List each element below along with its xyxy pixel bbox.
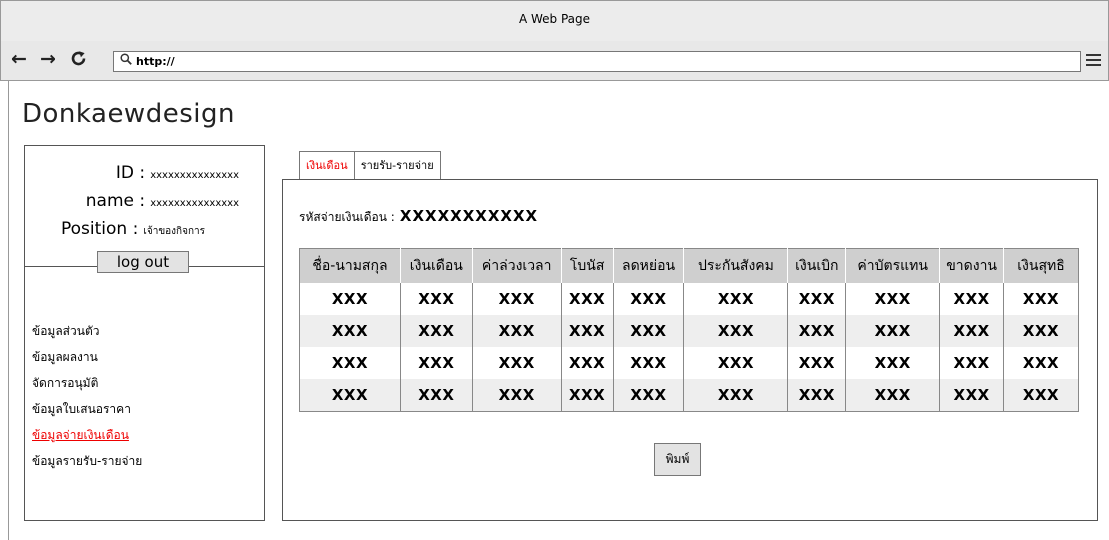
sidebar-item-personal[interactable]: ข้อมูลส่วนตัว bbox=[32, 322, 142, 341]
back-arrow-icon[interactable]: ← bbox=[11, 49, 27, 69]
reload-icon[interactable] bbox=[70, 50, 87, 71]
payroll-table: ชื่อ-นามสกุล เงินเดือน ค่าล่วงเวลา โบนัส… bbox=[299, 248, 1079, 412]
table-cell: XXX bbox=[560, 347, 614, 379]
table-cell: XXX bbox=[471, 315, 562, 347]
column-header: เงินเดือน bbox=[399, 248, 473, 283]
table-cell: XXX bbox=[471, 379, 562, 412]
tab-bar: เงินเดือน รายรับ-รายจ่าย bbox=[299, 151, 441, 180]
profile-position-row: Position : เจ้าของกิจการ bbox=[25, 219, 205, 239]
table-row: XXX XXX XXX XXX XXX XXX XXX XXX XXX XXX bbox=[299, 315, 1079, 347]
column-header: ลดหย่อน bbox=[612, 248, 684, 283]
print-button[interactable]: พิมพ์ bbox=[654, 443, 701, 476]
table-cell: XXX bbox=[1003, 283, 1079, 315]
table-cell: XXX bbox=[939, 379, 1004, 412]
table-cell: XXX bbox=[683, 283, 788, 315]
sidebar-item-approvals[interactable]: จัดการอนุมัติ bbox=[32, 374, 142, 393]
table-cell: XXX bbox=[939, 283, 1004, 315]
table-cell: XXX bbox=[845, 347, 940, 379]
tab-income-expense[interactable]: รายรับ-รายจ่าย bbox=[354, 151, 441, 180]
table-cell: XXX bbox=[399, 347, 473, 379]
logout-button[interactable]: log out bbox=[97, 251, 189, 273]
forward-arrow-icon[interactable]: → bbox=[40, 49, 56, 69]
column-header: ค่าล่วงเวลา bbox=[471, 248, 562, 283]
column-header: ค่าบัตรแทน bbox=[845, 248, 940, 283]
payroll-code-label: รหัสจ่ายเงินเดือน : bbox=[299, 210, 395, 224]
column-header: โบนัส bbox=[560, 248, 614, 283]
table-cell: XXX bbox=[845, 315, 940, 347]
sidebar-item-payroll[interactable]: ข้อมูลจ่ายเงินเดือน bbox=[32, 426, 142, 445]
tab-salary[interactable]: เงินเดือน bbox=[299, 151, 355, 180]
column-header: ชื่อ-นามสกุล bbox=[299, 248, 401, 283]
sidebar-item-income-expense[interactable]: ข้อมูลรายรับ-รายจ่าย bbox=[32, 452, 142, 471]
profile-id-row: ID : xxxxxxxxxxxxxxx bbox=[25, 163, 239, 183]
column-header: เงินเบิก bbox=[787, 248, 846, 283]
site-logo-text: Donkaewdesign bbox=[22, 99, 235, 129]
table-cell: XXX bbox=[939, 315, 1004, 347]
browser-toolbar: ← → bbox=[0, 41, 1109, 81]
sidebar-panel: ID : xxxxxxxxxxxxxxx name : xxxxxxxxxxxx… bbox=[24, 145, 265, 521]
table-cell: XXX bbox=[560, 283, 614, 315]
table-cell: XXX bbox=[612, 283, 684, 315]
table-cell: XXX bbox=[471, 347, 562, 379]
table-cell: XXX bbox=[399, 379, 473, 412]
table-cell: XXX bbox=[612, 315, 684, 347]
name-label: name : bbox=[85, 191, 146, 211]
column-header: ขาดงาน bbox=[939, 248, 1004, 283]
table-row: XXX XXX XXX XXX XXX XXX XXX XXX XXX XXX bbox=[300, 347, 1079, 379]
table-cell: XXX bbox=[299, 315, 401, 347]
address-bar[interactable] bbox=[113, 51, 1081, 72]
table-cell: XXX bbox=[612, 379, 684, 412]
table-cell: XXX bbox=[331, 290, 369, 308]
table-cell: XXX bbox=[939, 347, 1004, 379]
sidebar-item-quotations[interactable]: ข้อมูลใบเสนอราคา bbox=[32, 400, 142, 419]
table-cell: XXX bbox=[787, 347, 846, 379]
profile-name-row: name : xxxxxxxxxxxxxxx bbox=[25, 191, 239, 211]
id-label: ID : bbox=[115, 163, 146, 183]
table-cell: XXX bbox=[1003, 347, 1079, 379]
table-cell: XXX bbox=[399, 283, 473, 315]
table-cell: XXX bbox=[299, 379, 401, 412]
salary-panel: รหัสจ่ายเงินเดือน : XXXXXXXXXXX ชื่อ-นาม… bbox=[282, 179, 1098, 521]
table-cell: XXX bbox=[560, 315, 614, 347]
table-cell: XXX bbox=[399, 315, 473, 347]
table-row: XXX XXX XXX XXX XXX XXX XXX XXX XXX XXX bbox=[299, 379, 1079, 412]
browser-title-bar: A Web Page bbox=[0, 0, 1109, 42]
table-cell: XXX bbox=[1003, 315, 1079, 347]
table-cell: XXX bbox=[683, 347, 788, 379]
table-cell: XXX bbox=[787, 379, 846, 412]
table-cell: XXX bbox=[612, 347, 684, 379]
table-cell: XXX bbox=[331, 354, 369, 372]
id-value: xxxxxxxxxxxxxxx bbox=[150, 170, 239, 181]
table-cell: XXX bbox=[683, 379, 788, 412]
payroll-code-value: XXXXXXXXXXX bbox=[399, 207, 539, 225]
column-header: เงินสุทธิ bbox=[1003, 248, 1079, 283]
sidebar-menu: ข้อมูลส่วนตัว ข้อมูลผลงาน จัดการอนุมัติ … bbox=[32, 322, 142, 478]
name-value: xxxxxxxxxxxxxxx bbox=[150, 198, 239, 209]
search-icon bbox=[120, 53, 132, 65]
payroll-code-row: รหัสจ่ายเงินเดือน : XXXXXXXXXXX bbox=[299, 206, 538, 227]
table-cell: XXX bbox=[1003, 379, 1079, 412]
column-header: ประกันสังคม bbox=[683, 248, 788, 283]
sidebar-item-portfolio[interactable]: ข้อมูลผลงาน bbox=[32, 348, 142, 367]
url-input[interactable] bbox=[136, 53, 1036, 69]
table-cell: XXX bbox=[845, 283, 940, 315]
position-label: Position : bbox=[61, 219, 139, 239]
table-cell: XXX bbox=[787, 315, 846, 347]
table-header-row: ชื่อ-นามสกุล เงินเดือน ค่าล่วงเวลา โบนัส… bbox=[299, 248, 1079, 283]
hamburger-menu-icon[interactable] bbox=[1086, 54, 1101, 67]
table-cell: XXX bbox=[471, 283, 562, 315]
table-row: XXX XXX XXX XXX XXX XXX XXX XXX XXX XXX bbox=[300, 283, 1079, 315]
table-cell: XXX bbox=[560, 379, 614, 412]
table-cell: XXX bbox=[845, 379, 940, 412]
window-title: A Web Page bbox=[518, 12, 591, 26]
table-cell: XXX bbox=[787, 283, 846, 315]
table-cell: XXX bbox=[683, 315, 788, 347]
position-value: เจ้าของกิจการ bbox=[143, 226, 205, 237]
